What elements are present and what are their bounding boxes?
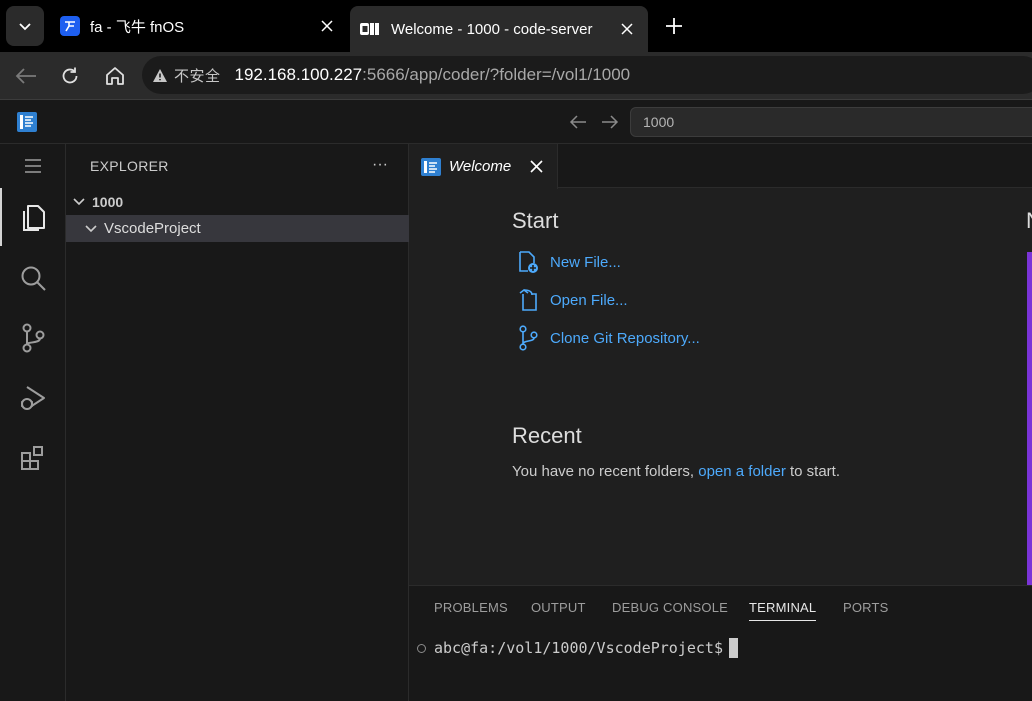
activity-search[interactable] [0, 252, 66, 304]
new-file-icon [516, 250, 540, 274]
tab-title: fa - 飞牛 fnOS [90, 18, 185, 36]
folder-tree-root[interactable]: 1000 [66, 190, 409, 214]
tab-ports[interactable]: PORTS [843, 600, 889, 615]
editor-tab-welcome[interactable]: Welcome [409, 144, 558, 189]
warning-icon [153, 68, 167, 82]
tab-search-button[interactable] [6, 6, 44, 46]
recent-prefix: You have no recent folders, [512, 463, 695, 480]
open-file-icon [516, 288, 540, 312]
link-label: New File... [550, 253, 621, 271]
terminal-cursor [728, 638, 738, 658]
close-icon [529, 160, 543, 173]
new-file-link[interactable]: New File... [516, 249, 621, 275]
open-file-link[interactable]: Open File... [516, 287, 628, 313]
walkthrough-heading-clipped: N [1026, 208, 1032, 234]
close-icon [321, 20, 333, 32]
activity-extensions[interactable] [0, 432, 66, 484]
home-icon [106, 67, 124, 85]
hamburger-icon [25, 159, 41, 173]
welcome-page [409, 189, 1032, 585]
chevron-down-icon [84, 224, 100, 234]
link-label: Open File... [550, 291, 628, 309]
terminal-line[interactable]: abc@fa:/vol1/1000/VscodeProject$ [417, 638, 738, 658]
address-bar[interactable]: 不安全 192.168.100.227:5666/app/coder/?fold… [142, 56, 1032, 94]
tree-item-label: VscodeProject [104, 220, 201, 237]
code-server-logo[interactable] [17, 112, 37, 132]
close-editor-button[interactable] [523, 154, 549, 180]
chevron-down-icon [72, 197, 88, 207]
command-center[interactable]: 1000 [630, 107, 1032, 137]
editor-tab-label: Welcome [449, 158, 512, 175]
chevron-down-icon [19, 23, 31, 31]
code-server-icon [359, 19, 381, 39]
not-secure-label[interactable]: 不安全 [174, 65, 221, 86]
home-button[interactable] [99, 60, 131, 92]
plus-icon [666, 18, 682, 34]
arrow-left-icon [569, 115, 586, 129]
menu-button[interactable] [0, 140, 66, 192]
source-control-icon [516, 325, 540, 351]
go-forward-button[interactable] [594, 106, 626, 138]
recent-message: You have no recent folders, open a folde… [512, 463, 840, 480]
start-heading: Start [512, 208, 559, 233]
reload-button[interactable] [54, 60, 86, 92]
browser-tab-fnos[interactable]: fa - 飞牛 fnOS [50, 6, 348, 46]
arrow-left-icon [15, 68, 36, 84]
explorer-more-actions[interactable]: ··· [372, 156, 388, 174]
activity-explorer[interactable] [0, 191, 66, 243]
terminal-prompt: abc@fa:/vol1/1000/VscodeProject$ [434, 639, 723, 657]
tab-debug-console[interactable]: DEBUG CONSOLE [612, 600, 728, 615]
link-label: Clone Git Repository... [550, 329, 700, 347]
files-icon [23, 205, 45, 231]
tab-problems[interactable]: PROBLEMS [434, 600, 508, 615]
tab-terminal[interactable]: TERMINAL [749, 600, 816, 615]
extensions-icon [21, 446, 43, 470]
walkthrough-card-edge[interactable] [1027, 252, 1032, 585]
explorer-title: EXPLORER [90, 158, 169, 174]
source-control-icon [22, 323, 45, 353]
activity-source-control[interactable] [0, 312, 66, 364]
url-path: :5666/app/coder/?folder=/vol1/1000 [362, 65, 631, 84]
back-button[interactable] [10, 60, 42, 92]
close-icon [621, 23, 633, 35]
tree-item-vscodeproject[interactable]: VscodeProject [66, 215, 409, 242]
browser-tab-code-server[interactable]: Welcome - 1000 - code-server [350, 6, 648, 52]
open-folder-link[interactable]: open a folder [698, 463, 786, 480]
active-tab-underline [749, 620, 816, 621]
folder-name: 1000 [92, 194, 124, 210]
command-decoration-icon [417, 643, 426, 653]
recent-heading: Recent [512, 423, 582, 448]
reload-icon [62, 67, 78, 84]
arrow-right-icon [602, 115, 619, 129]
recent-suffix: to start. [790, 463, 841, 480]
go-back-button[interactable] [562, 106, 594, 138]
run-debug-icon [21, 386, 45, 410]
close-tab-button[interactable] [614, 16, 640, 42]
tab-output[interactable]: OUTPUT [531, 600, 586, 615]
search-icon [21, 266, 46, 291]
code-server-logo-icon [421, 157, 441, 176]
fnos-icon [60, 16, 80, 36]
new-tab-button[interactable] [660, 12, 688, 40]
activity-run-debug[interactable] [0, 372, 66, 424]
close-tab-button[interactable] [314, 13, 340, 39]
clone-git-link[interactable]: Clone Git Repository... [516, 325, 700, 351]
url-host: 192.168.100.227 [234, 65, 363, 84]
tab-title: Welcome - 1000 - code-server [391, 20, 593, 38]
